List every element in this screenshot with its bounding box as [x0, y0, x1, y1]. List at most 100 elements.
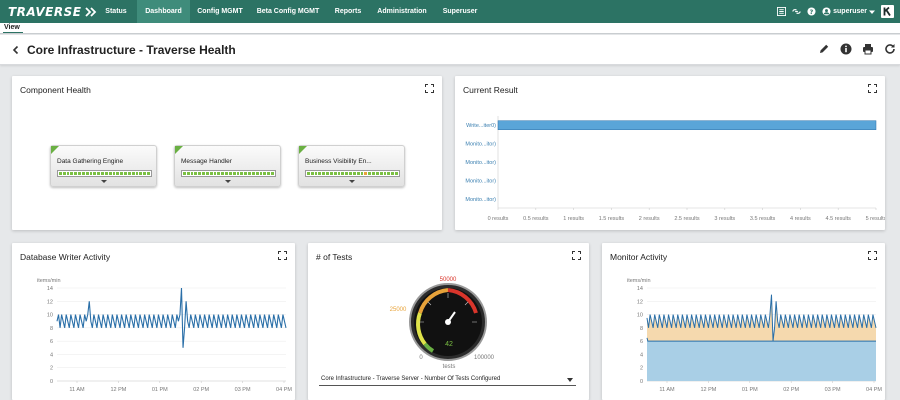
- x-tick-label: 1 results: [563, 216, 584, 222]
- status-corner-green: [51, 146, 59, 154]
- refresh-icon[interactable]: [884, 43, 896, 55]
- view-bar: View: [0, 23, 900, 34]
- nav-tab-beta-config-mgmt[interactable]: Beta Config MGMT: [250, 0, 326, 23]
- y-tick-label: 8: [50, 326, 53, 332]
- traverse-logo[interactable]: TRAVERSE: [8, 3, 98, 20]
- page-title: Core Infrastructure - Traverse Health: [27, 43, 236, 57]
- bar: [497, 120, 877, 130]
- nav-tab-reports[interactable]: Reports: [326, 0, 370, 23]
- nav-tab-config-mgmt[interactable]: Config MGMT: [190, 0, 250, 23]
- component-card-data-gathering-engine[interactable]: Data Gathering Engine: [50, 145, 157, 187]
- test-selector-value: Core Infrastructure - Traverse Server - …: [321, 376, 501, 382]
- expand-caret-icon[interactable]: [349, 180, 355, 183]
- username: superuser: [833, 8, 867, 15]
- back-arrow-icon[interactable]: [10, 44, 22, 56]
- x-tick-label: 01 PM: [152, 387, 168, 393]
- x-tick-label: 03 PM: [825, 387, 841, 393]
- x-tick-label: 02 PM: [193, 387, 209, 393]
- gauge-top-label: 100000: [474, 355, 495, 361]
- expand-caret-icon[interactable]: [225, 180, 231, 183]
- x-tick-label: 11 AM: [659, 387, 675, 393]
- health-bar: [181, 170, 276, 177]
- view-tab[interactable]: View: [4, 24, 20, 31]
- x-tick-label: 2.5 results: [674, 216, 700, 222]
- health-bar: [305, 170, 400, 177]
- x-tick-label: 0 results: [488, 216, 509, 222]
- y-unit-label: items/min: [627, 278, 651, 284]
- database-writer-chart: items/min 0 2 4 6 8 10 12 14 11 AM 12 PM 01 PM 02 PM…: [37, 278, 292, 393]
- nav-tab-administration[interactable]: Administration: [370, 0, 434, 23]
- status-corner-green: [175, 146, 183, 154]
- current-result-chart: 0 results 0.5 results 1 results 1.5 results…: [465, 116, 885, 222]
- gauge-min-label: 0: [419, 355, 423, 361]
- user-avatar-icon: [822, 7, 831, 16]
- series-line: [56, 287, 287, 348]
- x-tick-label: 4.5 results: [826, 216, 852, 222]
- dropdown-caret-icon: [567, 378, 573, 382]
- caret-down-icon: [869, 10, 875, 14]
- component-name: Message Handler: [181, 158, 232, 165]
- health-bar: [57, 170, 152, 177]
- x-tick-label: 5 results: [866, 216, 885, 222]
- y-tick-label: 0: [640, 379, 643, 385]
- page-header: Core Infrastructure - Traverse Health: [0, 35, 900, 65]
- print-icon[interactable]: [862, 43, 874, 55]
- component-name: Data Gathering Engine: [57, 158, 124, 165]
- y-tick-label: 14: [47, 286, 53, 292]
- category-link: Monito...itor): [465, 197, 496, 203]
- gauge-value: 42: [445, 341, 453, 348]
- monitor-activity-panel: Monitor Activity items/min 0 2 4 6 8 10 12 14 11 …: [602, 243, 885, 400]
- y-unit-label: items/min: [37, 278, 61, 284]
- category-link: Monito...itor): [465, 142, 496, 148]
- list-icon[interactable]: [777, 7, 787, 16]
- gauge-mid-label: 25000: [390, 307, 407, 313]
- expand-caret-icon[interactable]: [101, 180, 107, 183]
- series-area-lower: [647, 337, 876, 381]
- x-tick-label: 12 PM: [700, 387, 716, 393]
- y-tick-label: 10: [47, 313, 53, 319]
- y-tick-label: 14: [637, 286, 643, 292]
- link-icon[interactable]: [792, 7, 801, 16]
- y-tick-label: 2: [640, 366, 643, 372]
- monitor-activity-chart: items/min 0 2 4 6 8 10 12 14 11 AM 12 PM 01 PM 02 PM…: [627, 278, 882, 393]
- category-link: Monito...itor): [465, 160, 496, 166]
- y-tick-label: 8: [640, 326, 643, 332]
- user-menu[interactable]: superuser: [822, 7, 875, 16]
- x-tick-label: 04 PM: [866, 387, 882, 393]
- kaseya-logo-icon[interactable]: [881, 5, 894, 18]
- edit-icon[interactable]: [818, 43, 830, 55]
- x-tick-label: 04 PM: [276, 387, 292, 393]
- component-card-business-visibility-engine[interactable]: Business Visibility En...: [298, 145, 405, 187]
- gauge-max-label: 50000: [440, 277, 457, 283]
- x-tick-label: 3.5 results: [750, 216, 776, 222]
- current-result-panel: Current Result 0 results 0.5 results 1 res…: [455, 76, 885, 230]
- x-tick-label: 3 results: [714, 216, 735, 222]
- nav-tab-superuser[interactable]: Superuser: [434, 0, 486, 23]
- x-tick-label: 12 PM: [110, 387, 126, 393]
- page-actions: [818, 43, 896, 55]
- category-link: Write...iter0): [466, 123, 496, 129]
- test-selector-dropdown[interactable]: Core Infrastructure - Traverse Server - …: [319, 374, 576, 386]
- gauge-hub: [445, 319, 451, 325]
- y-tick-label: 12: [637, 299, 643, 305]
- x-tick-label: 11 AM: [69, 387, 85, 393]
- y-tick-label: 4: [640, 352, 643, 358]
- y-tick-label: 12: [47, 299, 53, 305]
- y-tick-label: 6: [50, 339, 53, 345]
- info-icon[interactable]: [840, 43, 852, 55]
- x-tick-label: 2 results: [639, 216, 660, 222]
- y-tick-label: 6: [640, 339, 643, 345]
- expand-icon[interactable]: [425, 84, 434, 93]
- y-tick-label: 4: [50, 352, 53, 358]
- component-name: Business Visibility En...: [305, 158, 372, 165]
- nav-tab-dashboard[interactable]: Dashboard: [137, 0, 190, 23]
- x-tick-label: 4 results: [790, 216, 811, 222]
- nav-tab-status[interactable]: Status: [95, 0, 137, 23]
- x-tick-label: 02 PM: [783, 387, 799, 393]
- gauge-unit: tests: [443, 364, 456, 370]
- help-icon[interactable]: ?: [807, 7, 816, 16]
- y-tick-label: 2: [50, 366, 53, 372]
- category-link: Monito...itor): [465, 178, 496, 184]
- component-card-message-handler[interactable]: Message Handler: [174, 145, 281, 187]
- tests-gauge: 50000 25000 0 100000 42 tests: [390, 277, 495, 370]
